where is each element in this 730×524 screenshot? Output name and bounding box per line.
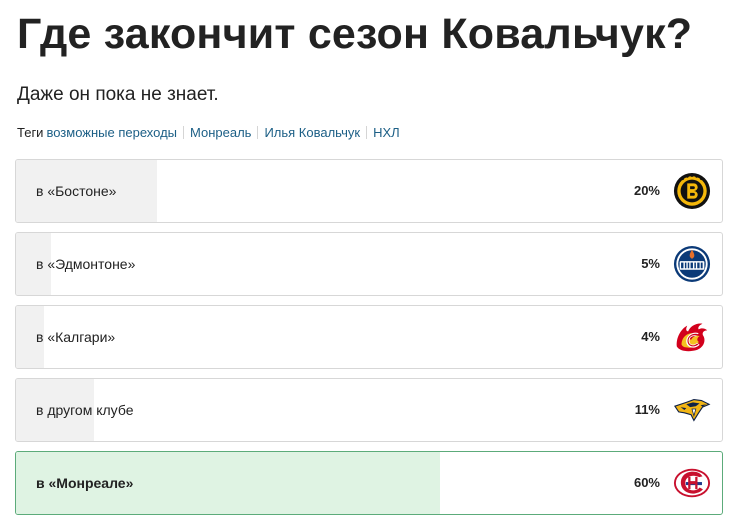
article-subtitle: Даже он пока не знает. [17,84,219,105]
poll-option-percent: 11% [634,402,660,417]
poll-option-edmonton[interactable]: в «Эдмонтоне» 5% [15,232,723,296]
poll-option-boston[interactable]: в «Бостоне» 20% [15,159,723,223]
tag-link-transfers[interactable]: возможные переходы [46,125,177,140]
tag-divider [183,126,185,139]
tag-link-kovalchuk[interactable]: Илья Ковальчук [264,125,360,140]
poll-option-percent: 20% [633,183,660,198]
nashville-predators-logo-icon [674,398,711,422]
tags-row: Теги возможные переходы Монреаль Илья Ко… [17,125,400,140]
edmonton-oilers-logo-icon [673,245,711,283]
poll-option-montreal[interactable]: в «Монреале» 60% [15,451,723,515]
tag-link-nhl[interactable]: НХЛ [373,125,400,140]
poll-option-calgary[interactable]: в «Калгари» 4% [15,305,723,369]
tag-divider [257,126,259,139]
poll-options: в «Бостоне» 20% в «Эдмонтоне» 5% в «Калг… [15,159,723,524]
tags-label: Теги [17,125,44,140]
poll-option-label: в «Калгари» [36,329,116,345]
poll-option-percent: 60% [633,475,660,490]
calgary-flames-logo-icon [676,323,708,352]
page-title: Где закончит сезон Ковальчук? [17,10,693,58]
poll-option-label: в «Эдмонтоне» [36,256,136,272]
montreal-canadiens-logo-icon [673,468,711,498]
poll-option-percent: 4% [641,329,660,344]
poll-option-percent: 5% [641,256,660,271]
poll-option-label: в «Монреале» [36,475,134,491]
tag-link-montreal[interactable]: Монреаль [190,125,251,140]
poll-option-other-club[interactable]: в другом клубе 11% [15,378,723,442]
boston-bruins-logo-icon [673,172,711,210]
poll-option-label: в другом клубе [36,402,134,418]
poll-option-label: в «Бостоне» [36,183,117,199]
tag-divider [366,126,368,139]
